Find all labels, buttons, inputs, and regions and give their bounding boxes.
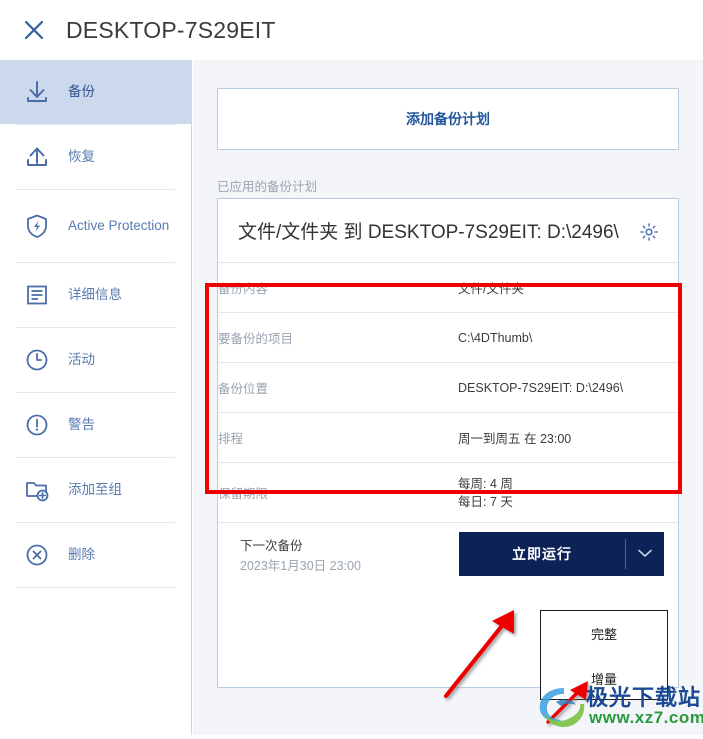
detail-key: 备份内容 — [218, 282, 269, 296]
close-icon — [23, 19, 45, 41]
sidebar-item-active-protection[interactable]: Active Protection — [0, 190, 191, 262]
run-now-dropdown-toggle[interactable] — [626, 545, 664, 563]
run-now-dropdown-menu[interactable]: 完整 增量 — [540, 610, 668, 700]
run-now-button[interactable]: 立即运行 — [459, 532, 664, 576]
menu-item-incremental[interactable]: 增量 — [541, 656, 667, 701]
table-row: 要备份的项目 C:\4DThumb\ — [218, 312, 678, 363]
run-now-label: 立即运行 — [512, 546, 572, 562]
shield-bolt-icon — [18, 207, 56, 245]
plan-title: 文件/文件夹 到 DESKTOP-7S29EIT: D:\2496\ — [238, 222, 619, 243]
table-row: 备份内容 文件/文件夹 — [218, 262, 678, 313]
detail-value: 文件/文件夹 — [458, 282, 524, 296]
retention-daily: 每日: 7 天 — [458, 494, 513, 509]
next-backup-row: 下一次备份 2023年1月30日 23:00 立即运行 — [218, 522, 678, 586]
sidebar-item-label: 恢复 — [68, 149, 95, 164]
sidebar-item-label: 活动 — [68, 352, 95, 367]
sidebar-item-delete[interactable]: 删除 — [0, 523, 191, 587]
sidebar-item-backup[interactable]: 备份 — [0, 60, 191, 124]
clock-icon — [18, 341, 56, 379]
detail-key: 要备份的项目 — [218, 332, 294, 346]
detail-key: 备份位置 — [218, 382, 269, 396]
window-title: DESKTOP-7S29EIT — [66, 16, 276, 43]
table-row-retention: 保留期限 每周: 4 周 每日: 7 天 — [218, 462, 678, 523]
download-arrow-icon — [18, 73, 56, 111]
applied-plans-heading: 已应用的备份计划 — [217, 180, 318, 194]
gear-icon — [638, 221, 660, 248]
sidebar-item-label: 详细信息 — [68, 287, 122, 302]
sidebar-item-recovery[interactable]: 恢复 — [0, 125, 191, 189]
retention-weekly: 每周: 4 周 — [458, 476, 513, 491]
table-row: 排程 周一到周五 在 23:00 — [218, 412, 678, 463]
detail-key: 排程 — [218, 432, 244, 446]
detail-value: 每周: 4 周 每日: 7 天 — [458, 463, 678, 523]
sidebar-divider — [16, 587, 175, 588]
detail-value: C:\4DThumb\ — [458, 330, 533, 345]
folder-plus-icon — [18, 471, 56, 509]
title-bar: DESKTOP-7S29EIT — [0, 0, 703, 60]
plan-header: 文件/文件夹 到 DESKTOP-7S29EIT: D:\2496\ — [218, 199, 678, 262]
menu-item-full[interactable]: 完整 — [541, 611, 667, 656]
add-backup-plan-label: 添加备份计划 — [406, 111, 490, 127]
detail-value: 周一到周五 在 23:00 — [458, 432, 572, 446]
table-row: 备份位置 DESKTOP-7S29EIT: D:\2496\ — [218, 362, 678, 413]
upload-arrow-icon — [18, 138, 56, 176]
sidebar-item-label: 警告 — [68, 417, 95, 432]
sidebar-item-label: 添加至组 — [68, 482, 122, 497]
sidebar-item-alerts[interactable]: 警告 — [0, 393, 191, 457]
chevron-down-icon — [638, 545, 652, 563]
sidebar-item-details[interactable]: 详细信息 — [0, 263, 191, 327]
detail-value: DESKTOP-7S29EIT: D:\2496\ — [458, 380, 624, 395]
details-list-icon — [18, 276, 56, 314]
sidebar-item-label: 备份 — [68, 84, 95, 99]
sidebar-item-add-to-group[interactable]: 添加至组 — [0, 458, 191, 522]
close-button[interactable] — [14, 10, 54, 50]
sidebar: 备份 恢复 Active Protection 详细信息 活动 警告 添加至组 … — [0, 60, 192, 735]
plan-settings-button[interactable] — [636, 221, 662, 247]
sidebar-item-activity[interactable]: 活动 — [0, 328, 191, 392]
plan-details-table: 备份内容 文件/文件夹 要备份的项目 C:\4DThumb\ 备份位置 DESK… — [218, 262, 678, 522]
detail-key: 保留期限 — [218, 487, 269, 501]
warning-exclamation-icon — [18, 406, 56, 444]
sidebar-item-label: 删除 — [68, 547, 95, 562]
next-backup-label: 下一次备份 — [240, 539, 303, 553]
next-backup-date: 2023年1月30日 23:00 — [240, 559, 361, 573]
sidebar-item-label: Active Protection — [68, 218, 170, 233]
add-backup-plan-button[interactable]: 添加备份计划 — [217, 88, 679, 150]
delete-circle-x-icon — [18, 536, 56, 574]
